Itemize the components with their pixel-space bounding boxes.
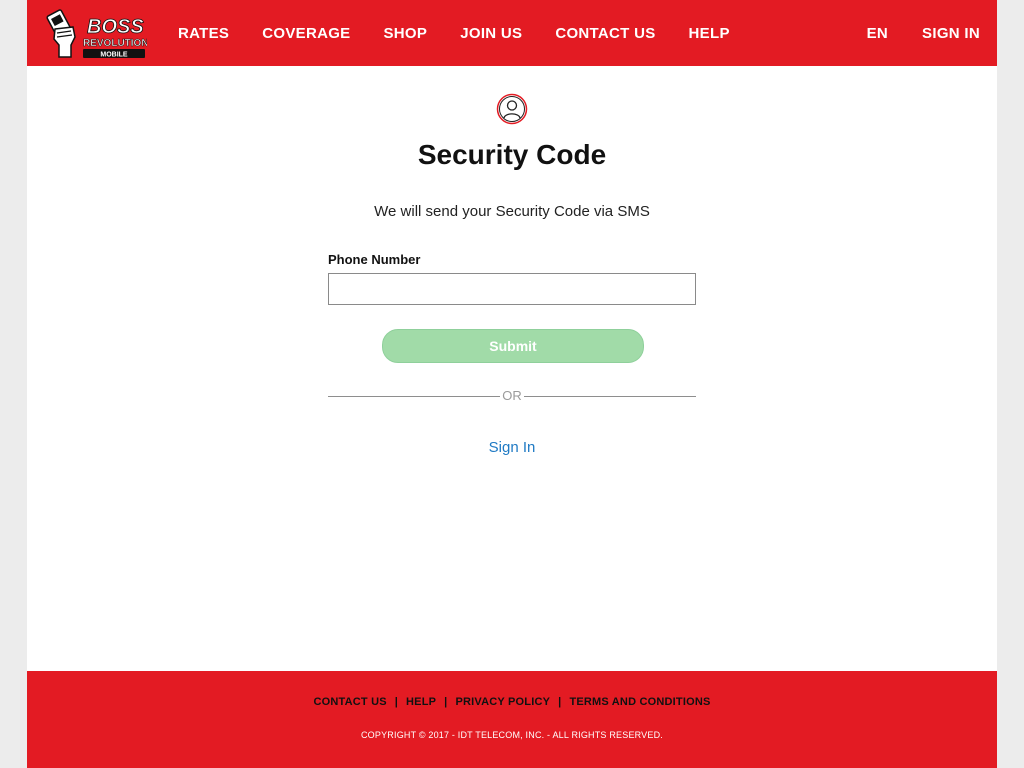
- footer-separator: |: [558, 696, 562, 708]
- footer-contact-us[interactable]: CONTACT US: [313, 696, 386, 708]
- nav-contact-us[interactable]: CONTACT US: [555, 25, 655, 42]
- logo-text-revolution: REVOLUTION: [83, 38, 147, 49]
- footer-separator: |: [444, 696, 448, 708]
- boss-revolution-logo[interactable]: BOSS REVOLUTION MOBILE: [43, 7, 149, 59]
- footer-links: CONTACT US | HELP | PRIVACY POLICY | TER…: [27, 696, 997, 708]
- user-circle-icon: [496, 93, 528, 125]
- nav-rates[interactable]: RATES: [178, 25, 229, 42]
- sign-in-link[interactable]: Sign In: [489, 439, 536, 456]
- header-sign-in-link[interactable]: SIGN IN: [922, 25, 980, 42]
- nav-shop[interactable]: SHOP: [383, 25, 427, 42]
- nav-help[interactable]: HELP: [689, 25, 730, 42]
- language-selector[interactable]: EN: [867, 25, 888, 42]
- logo-text-boss: BOSS: [87, 16, 144, 38]
- logo-text-mobile: MOBILE: [100, 52, 128, 59]
- footer-terms-and-conditions[interactable]: TERMS AND CONDITIONS: [569, 696, 710, 708]
- footer-help[interactable]: HELP: [406, 696, 436, 708]
- divider-line-right: [524, 396, 696, 397]
- phone-number-input[interactable]: [328, 273, 696, 305]
- page-title: Security Code: [417, 139, 607, 170]
- page-subtitle: We will send your Security Code via SMS: [374, 203, 650, 220]
- main-nav: RATES COVERAGE SHOP JOIN US CONTACT US H…: [178, 0, 730, 66]
- footer: CONTACT US | HELP | PRIVACY POLICY | TER…: [27, 671, 997, 768]
- header-right-nav: EN SIGN IN: [867, 0, 980, 66]
- top-navigation-bar: BOSS REVOLUTION MOBILE RATES COVERAGE SH…: [27, 0, 997, 66]
- submit-button[interactable]: Submit: [382, 329, 644, 363]
- or-divider: OR: [328, 386, 696, 406]
- phone-number-label: Phone Number: [328, 252, 421, 267]
- footer-separator: |: [394, 696, 399, 708]
- security-code-panel: Security Code We will send your Security…: [27, 66, 997, 671]
- sign-in-link-wrapper: Sign In: [27, 439, 997, 456]
- footer-privacy-policy[interactable]: PRIVACY POLICY: [455, 696, 550, 708]
- nav-coverage[interactable]: COVERAGE: [262, 25, 350, 42]
- page-frame: BOSS REVOLUTION MOBILE RATES COVERAGE SH…: [27, 0, 997, 768]
- nav-join-us[interactable]: JOIN US: [460, 25, 522, 42]
- copyright-text: COPYRIGHT © 2017 - IDT TELECOM, INC. - A…: [360, 730, 663, 740]
